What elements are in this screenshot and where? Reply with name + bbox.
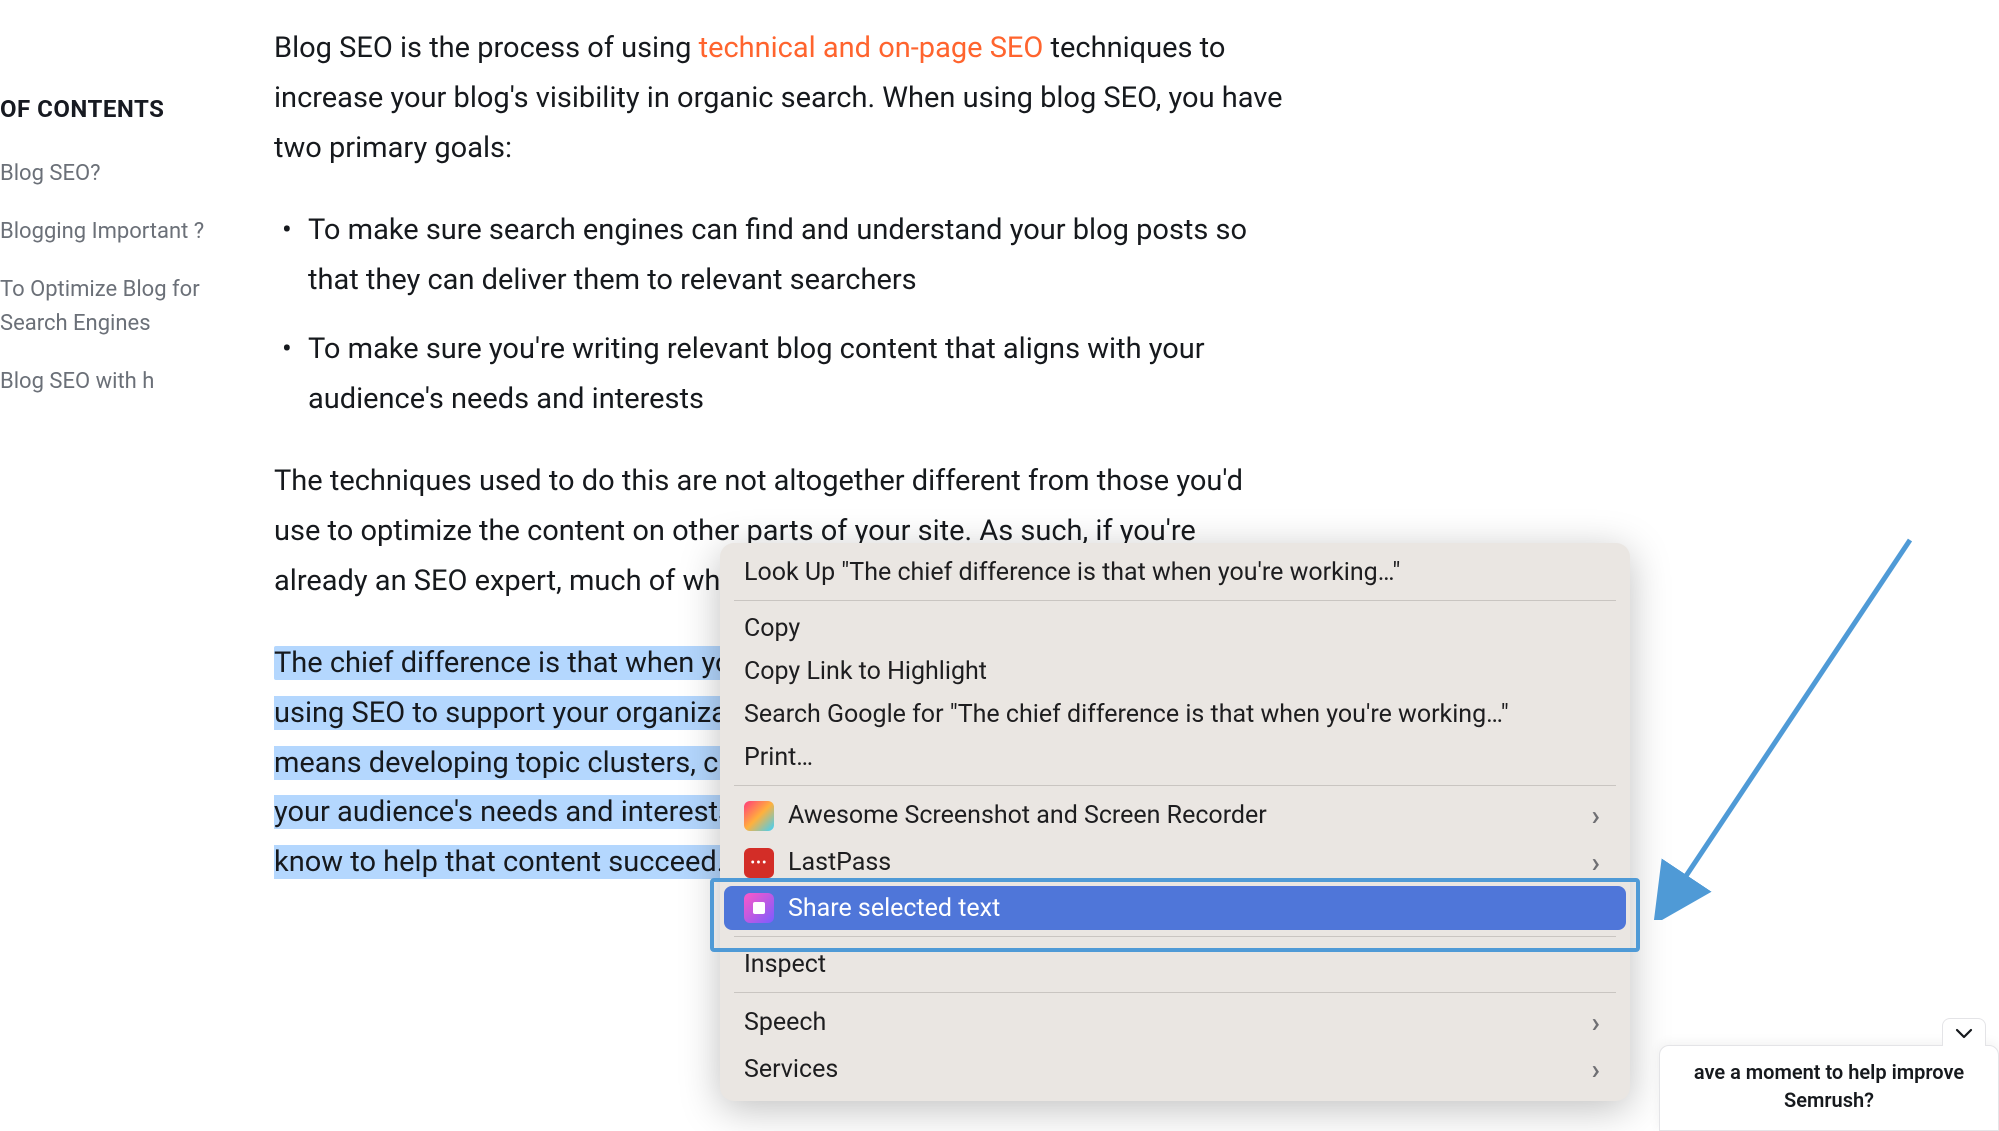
menu-item-label: Inspect [744,950,1606,979]
feedback-toggle[interactable] [1942,1018,1986,1046]
menu-item-speech[interactable]: Speech › [720,999,1630,1046]
menu-divider [734,600,1616,601]
menu-divider [734,936,1616,937]
chevron-right-icon: › [1592,1006,1600,1039]
menu-item-share-selected[interactable]: Share selected text [720,886,1630,930]
bullet-list: To make sure search engines can find and… [274,206,1294,426]
toc-item[interactable]: Blogging Important ? [0,215,220,249]
menu-item-label: Awesome Screenshot and Screen Recorder [788,801,1592,830]
menu-item-lookup[interactable]: Look Up "The chief difference is that wh… [720,551,1630,594]
menu-item-services[interactable]: Services › [720,1046,1630,1093]
feedback-text: ave a moment to help improve Semrush? [1678,1058,1980,1114]
menu-item-awesome-screenshot[interactable]: Awesome Screenshot and Screen Recorder › [720,792,1630,839]
menu-item-label: Search Google for "The chief difference … [744,700,1606,729]
menu-item-label: Copy [744,614,1606,643]
inline-link-technical-seo[interactable]: technical and on-page SEO [699,31,1044,65]
menu-divider [734,992,1616,993]
menu-item-search-google[interactable]: Search Google for "The chief difference … [720,693,1630,736]
toc-item[interactable]: Blog SEO? [0,157,220,191]
menu-item-copy[interactable]: Copy [720,607,1630,650]
menu-item-label: Copy Link to Highlight [744,657,1606,686]
chevron-right-icon: › [1592,799,1600,832]
menu-item-copy-link[interactable]: Copy Link to Highlight [720,650,1630,693]
menu-item-inspect[interactable]: Inspect [720,943,1630,986]
menu-item-label: Speech [744,1008,1592,1037]
toc-item[interactable]: Blog SEO with h [0,365,220,399]
lastpass-icon [744,848,774,878]
table-of-contents: OF CONTENTS Blog SEO? Blogging Important… [0,95,220,423]
awesome-screenshot-icon [744,801,774,831]
toc-item[interactable]: To Optimize Blog for Search Engines [0,273,220,341]
text: Blog SEO is the process of using [274,31,699,65]
menu-item-lastpass[interactable]: LastPass › [720,839,1630,886]
toc-title: OF CONTENTS [0,95,220,123]
menu-divider [734,785,1616,786]
menu-item-label: Share selected text [788,894,1606,923]
menu-item-print[interactable]: Print… [720,736,1630,779]
menu-item-label: Services [744,1055,1592,1084]
chevron-right-icon: › [1592,846,1600,879]
context-menu: Look Up "The chief difference is that wh… [720,543,1630,1101]
feedback-widget: ave a moment to help improve Semrush? [1659,1045,1999,1131]
menu-item-label: Print… [744,743,1606,772]
list-item: To make sure you're writing relevant blo… [274,325,1294,425]
share-icon [744,893,774,923]
list-item: To make sure search engines can find and… [274,206,1294,306]
menu-item-label: LastPass [788,848,1592,877]
paragraph: Blog SEO is the process of using technic… [274,24,1294,174]
chevron-down-icon [1955,1027,1973,1039]
menu-item-label: Look Up "The chief difference is that wh… [744,558,1606,587]
annotation-arrow [1650,530,1920,920]
chevron-right-icon: › [1592,1053,1600,1086]
